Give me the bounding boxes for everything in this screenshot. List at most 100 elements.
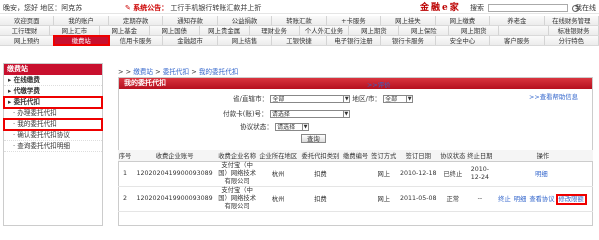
- province-value: 全部: [272, 96, 285, 103]
- nav-item[interactable]: 工行理财: [0, 26, 50, 35]
- search-input[interactable]: [488, 4, 569, 12]
- help-link-text[interactable]: 查看帮助信息: [540, 93, 578, 101]
- nav-row-1: 欢迎页面 我的账户 定期存款 通知存款 公益捐款 转账汇款 +卡服务 网上挂失 网上缴费 养老金在…: [0, 16, 599, 26]
- nav-item[interactable]: 网上预约: [0, 36, 55, 45]
- top-bar: 晚安，您好 地区：阿克苏 ✎ 系统公告： 工行手机银行转账汇款并上折 金融e家 …: [0, 0, 599, 14]
- nav-item[interactable]: 在线财务管理: [545, 16, 599, 25]
- row-action-link[interactable]: 修改限额: [555, 194, 587, 205]
- region-select[interactable]: 全部 ▼: [383, 95, 414, 103]
- nav-item[interactable]: +卡服务: [327, 16, 382, 25]
- sidebar-item-label: 查询委托代扣明细: [17, 142, 70, 150]
- row-action-link[interactable]: 查看协议: [529, 196, 554, 203]
- column-header: 序号: [118, 150, 133, 162]
- column-header: 委托代扣类别: [299, 150, 342, 162]
- table-cell-ops: 明细: [492, 161, 593, 187]
- nav-item[interactable]: 标准银财务: [549, 26, 599, 35]
- table-cell-area: 杭州: [257, 161, 300, 187]
- table-cell-end: --: [466, 186, 493, 212]
- nav-item[interactable]: 网上基金: [100, 26, 150, 35]
- nav-item[interactable]: 转账汇款: [272, 16, 327, 25]
- online-status[interactable]: 我在线: [575, 3, 596, 13]
- panel-title-text: 我的委托代扣: [124, 79, 166, 87]
- nav-item[interactable]: 银行卡服务: [381, 36, 436, 45]
- table-cell-name: 支付宝（中国）网络技术有限公司: [217, 186, 258, 212]
- column-header: 收费企业账号: [132, 150, 218, 162]
- nav-item[interactable]: 定期存款: [109, 16, 164, 25]
- sidebar-item-label: 在线缴费: [13, 76, 40, 84]
- rate-link[interactable]: >>评价: [367, 80, 391, 89]
- query-row: 查询: [301, 134, 326, 143]
- nav-item[interactable]: 客户服务: [490, 36, 545, 45]
- row-action-link[interactable]: 明细: [535, 171, 548, 178]
- nav-item[interactable]: 个人外汇业务: [300, 26, 350, 35]
- table-cell-type: 扣费: [299, 161, 342, 187]
- system-notice[interactable]: ✎ 系统公告： 工行手机银行转账汇款并上折: [125, 3, 261, 13]
- table-cell-end: 2010-12-24: [466, 161, 493, 187]
- nav-item[interactable]: 网上汇市: [50, 26, 100, 35]
- search-label: 搜索: [470, 4, 484, 12]
- nav-item[interactable]: 金融超市: [163, 36, 218, 45]
- nav-item[interactable]: [499, 26, 550, 35]
- chevron-down-icon: ▼: [406, 96, 412, 102]
- nav-item[interactable]: 欢迎页面: [0, 16, 55, 25]
- nav-item[interactable]: 通知存款: [163, 16, 218, 25]
- table-cell-date: 2010-12-18: [397, 161, 439, 187]
- nav-item[interactable]: 网上期货: [449, 26, 500, 35]
- nav-item[interactable]: 理财业务: [250, 26, 300, 35]
- sidebar: 缴费站 ▸ 在线缴费 ▸ 代缴学费 ▸ 委托代扣 · 办理委托代扣 · 我的委托代扣 · …: [3, 63, 103, 226]
- table-row: 2 1202020419900093089 支付宝（中国）网络技术有限公司 杭州 扣费 网…: [118, 186, 593, 212]
- sidebar-item[interactable]: · 办理委托代扣: [4, 108, 102, 119]
- nav-item[interactable]: 养老金: [490, 16, 545, 25]
- sidebar-item[interactable]: · 确认委托代扣协议: [4, 130, 102, 141]
- row-action-link[interactable]: 明细: [514, 196, 527, 203]
- nav-item[interactable]: 我的账户: [54, 16, 109, 25]
- nav-item[interactable]: 网上期货: [349, 26, 400, 35]
- sidebar-item-label: 我的委托代扣: [17, 120, 57, 128]
- breadcrumb-current[interactable]: 我的委托代扣: [199, 68, 239, 76]
- sidebar-item[interactable]: · 查询委托代扣明细: [4, 141, 102, 152]
- card-row: 付款卡(账)号： 请选择 ▼: [223, 108, 350, 118]
- breadcrumb-entrust[interactable]: 委托代扣: [163, 68, 189, 76]
- column-header: 协议状态: [438, 150, 467, 162]
- region-value: 全部: [385, 96, 398, 103]
- status-row: 协议状态： 请选择 ▼: [240, 121, 310, 131]
- query-button[interactable]: 查询: [301, 134, 326, 143]
- sidebar-item-label: 办理委托代扣: [17, 109, 57, 117]
- help-link[interactable]: >>查看帮助信息: [529, 92, 578, 101]
- nav-item[interactable]: 网上缴费: [436, 16, 491, 25]
- nav-item[interactable]: 缴费站: [53, 35, 110, 46]
- nav-item[interactable]: 网上挂失: [381, 16, 436, 25]
- province-select[interactable]: 全部 ▼: [270, 95, 351, 103]
- chevron-down-icon: ▼: [342, 111, 349, 117]
- nav-item[interactable]: 网上贵金属: [200, 26, 250, 35]
- panel-title: 我的委托代扣: [119, 78, 592, 89]
- card-select[interactable]: 请选择 ▼: [269, 110, 350, 118]
- row-action-link[interactable]: 终止: [498, 196, 511, 203]
- nav-item[interactable]: 工银快捷: [272, 36, 327, 45]
- rate-link-text[interactable]: 评价: [378, 81, 391, 89]
- sidebar-item[interactable]: ▸ 委托代扣: [3, 96, 103, 109]
- nav-item[interactable]: 分行特色: [545, 36, 599, 45]
- sidebar-item-label: 确认委托代扣协议: [17, 131, 70, 139]
- table-cell-method: 网上: [369, 186, 398, 212]
- sidebar-item[interactable]: ▸ 在线缴费: [4, 75, 102, 86]
- nav-item[interactable]: 网上结售: [218, 36, 273, 45]
- nav-item[interactable]: 网上保险: [399, 26, 450, 35]
- nav-item[interactable]: 信用卡服务: [109, 36, 164, 45]
- table-cell-account: 1202020419900093089: [132, 186, 218, 212]
- notice-text[interactable]: 工行手机银行转账汇款并上折: [170, 4, 261, 12]
- logo: 金融e家: [420, 3, 461, 13]
- sidebar-item[interactable]: ▸ 代缴学费: [4, 86, 102, 97]
- table-cell-method: 网上: [369, 161, 398, 187]
- region-label: 地区/市：: [352, 95, 382, 103]
- table-cell-status: 已终止: [438, 161, 467, 187]
- nav-item[interactable]: 网上国债: [150, 26, 200, 35]
- nav-item[interactable]: 公益捐款: [218, 16, 273, 25]
- status-select[interactable]: 请选择 ▼: [275, 123, 310, 131]
- sidebar-item[interactable]: · 我的委托代扣: [3, 118, 103, 131]
- nav-item[interactable]: 安全中心: [436, 36, 491, 45]
- breadcrumb-payment[interactable]: 缴费站: [133, 68, 153, 76]
- status-label: 协议状态：: [240, 123, 273, 131]
- sidebar-item-label: 代缴学费: [13, 87, 40, 95]
- nav-item[interactable]: 电子银行注册: [327, 36, 382, 45]
